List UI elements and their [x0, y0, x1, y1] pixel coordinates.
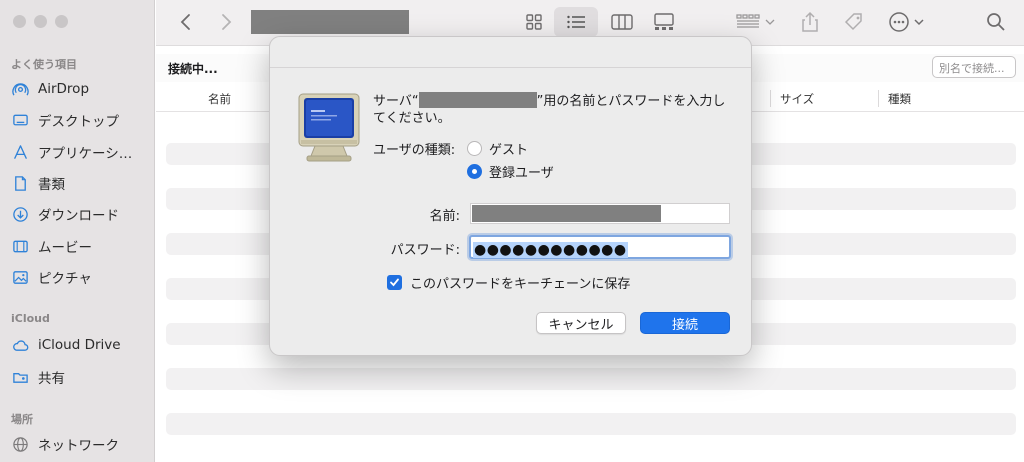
- chevron-left-icon: [180, 14, 190, 30]
- close-window-button[interactable]: [13, 15, 26, 28]
- sidebar-item-desktop[interactable]: デスクトップ: [11, 109, 119, 131]
- save-to-keychain-checkbox[interactable]: [387, 275, 402, 290]
- search-icon: [987, 13, 1005, 31]
- tag-icon: [844, 13, 862, 31]
- share-button[interactable]: [796, 7, 824, 37]
- grid-icon: [526, 14, 542, 30]
- action-menu-button[interactable]: [886, 7, 930, 37]
- username-redacted: [472, 205, 661, 222]
- sidebar-item-applications[interactable]: アプリケーシ…: [11, 141, 132, 163]
- sidebar-item-label: 共有: [38, 371, 65, 387]
- airdrop-icon: [11, 80, 29, 98]
- sidebar-item-label: アプリケーシ…: [38, 146, 133, 162]
- password-mask: ●●●●●●●●●●●●: [473, 242, 628, 258]
- window-controls: [13, 15, 68, 28]
- login-prompt-message: サーバ“ ”用の名前とパスワードを入力してください。: [373, 92, 733, 127]
- connect-button[interactable]: 接続: [640, 312, 730, 334]
- guest-radio[interactable]: [467, 141, 482, 156]
- shared-folder-icon: [11, 368, 29, 386]
- name-field[interactable]: [470, 203, 730, 224]
- cloud-icon: [11, 336, 29, 354]
- picture-icon: [11, 268, 29, 286]
- registered-user-radio-option[interactable]: 登録ユーザ: [467, 162, 554, 181]
- sidebar-item-label: ピクチャ: [38, 271, 92, 287]
- group-button[interactable]: [734, 7, 778, 37]
- server-login-dialog: サーバ“ ”用の名前とパスワードを入力してください。 ユーザの種類: ゲスト 登録…: [269, 36, 752, 356]
- gallery-icon: [654, 13, 674, 30]
- applications-icon: [11, 143, 29, 161]
- sidebar-item-movies[interactable]: ムービー: [11, 235, 92, 257]
- icon-view-button[interactable]: [520, 7, 548, 37]
- list-view-button[interactable]: [554, 7, 598, 37]
- checkmark-icon: [390, 278, 399, 287]
- group-icon: [736, 14, 775, 28]
- registered-user-label: 登録ユーザ: [489, 166, 554, 181]
- movie-icon: [11, 237, 29, 255]
- guest-label: ゲスト: [489, 143, 529, 158]
- sidebar-item-label: ダウンロード: [38, 208, 119, 224]
- dialog-divider: [270, 67, 751, 68]
- save-to-keychain-option[interactable]: このパスワードをキーチェーンに保存: [387, 273, 630, 292]
- ellipsis-circle-icon: [889, 12, 924, 32]
- user-type-label: ユーザの種類:: [373, 143, 456, 158]
- window-title-redacted: [251, 10, 409, 34]
- message-prefix: サーバ“: [373, 94, 419, 109]
- column-kind[interactable]: 種類: [888, 91, 911, 107]
- download-icon: [11, 205, 29, 223]
- sidebar: よく使う項目 AirDrop デスクトップ アプリケーシ… 書類 ダウンロード: [0, 0, 155, 462]
- cancel-button[interactable]: キャンセル: [536, 312, 626, 334]
- sidebar-section-favorites: よく使う項目: [11, 58, 77, 71]
- sidebar-item-pictures[interactable]: ピクチャ: [11, 266, 92, 288]
- zoom-window-button[interactable]: [55, 15, 68, 28]
- tag-button[interactable]: [840, 7, 868, 37]
- list-item: [166, 368, 1016, 390]
- forward-button[interactable]: [214, 7, 238, 37]
- sidebar-item-shared[interactable]: 共有: [11, 366, 65, 388]
- password-label: パスワード:: [390, 243, 460, 258]
- sidebar-item-label: 書類: [38, 177, 65, 193]
- search-button[interactable]: [982, 7, 1010, 37]
- sidebar-item-label: デスクトップ: [38, 114, 119, 130]
- list-icon: [567, 15, 585, 29]
- column-name[interactable]: 名前: [208, 91, 231, 107]
- connecting-label: 接続中...: [168, 62, 218, 76]
- sidebar-item-documents[interactable]: 書類: [11, 172, 65, 194]
- sidebar-section-locations: 場所: [11, 413, 33, 426]
- sidebar-item-label: iCloud Drive: [38, 337, 121, 353]
- server-computer-icon: [298, 93, 360, 162]
- server-name-redacted: [418, 92, 537, 108]
- sidebar-item-label: ムービー: [38, 240, 92, 256]
- column-size[interactable]: サイズ: [780, 91, 814, 107]
- sidebar-item-label: AirDrop: [38, 81, 90, 97]
- network-icon: [11, 435, 29, 453]
- column-separator: [878, 90, 879, 107]
- sidebar-item-icloud-drive[interactable]: iCloud Drive: [11, 334, 121, 356]
- list-item: [166, 413, 1016, 435]
- sidebar-section-icloud: iCloud: [11, 312, 50, 325]
- chevron-right-icon: [222, 14, 232, 30]
- registered-user-radio[interactable]: [467, 164, 482, 179]
- sidebar-item-network[interactable]: ネットワーク: [11, 433, 119, 455]
- sidebar-item-label: ネットワーク: [38, 438, 119, 454]
- name-label: 名前:: [429, 209, 460, 224]
- document-icon: [11, 174, 29, 192]
- column-separator: [770, 90, 771, 107]
- minimize-window-button[interactable]: [34, 15, 47, 28]
- save-to-keychain-label: このパスワードをキーチェーンに保存: [410, 277, 631, 292]
- back-button[interactable]: [174, 7, 198, 37]
- column-view-button[interactable]: [606, 7, 638, 37]
- password-field[interactable]: ●●●●●●●●●●●●: [469, 235, 731, 259]
- sidebar-item-airdrop[interactable]: AirDrop: [11, 78, 89, 100]
- guest-radio-option[interactable]: ゲスト: [467, 139, 528, 158]
- connect-as-field[interactable]: 別名で接続...: [932, 56, 1016, 78]
- columns-icon: [611, 14, 633, 30]
- sidebar-item-downloads[interactable]: ダウンロード: [11, 203, 119, 225]
- gallery-view-button[interactable]: [648, 7, 680, 37]
- desktop-icon: [11, 111, 29, 129]
- share-icon: [802, 11, 818, 32]
